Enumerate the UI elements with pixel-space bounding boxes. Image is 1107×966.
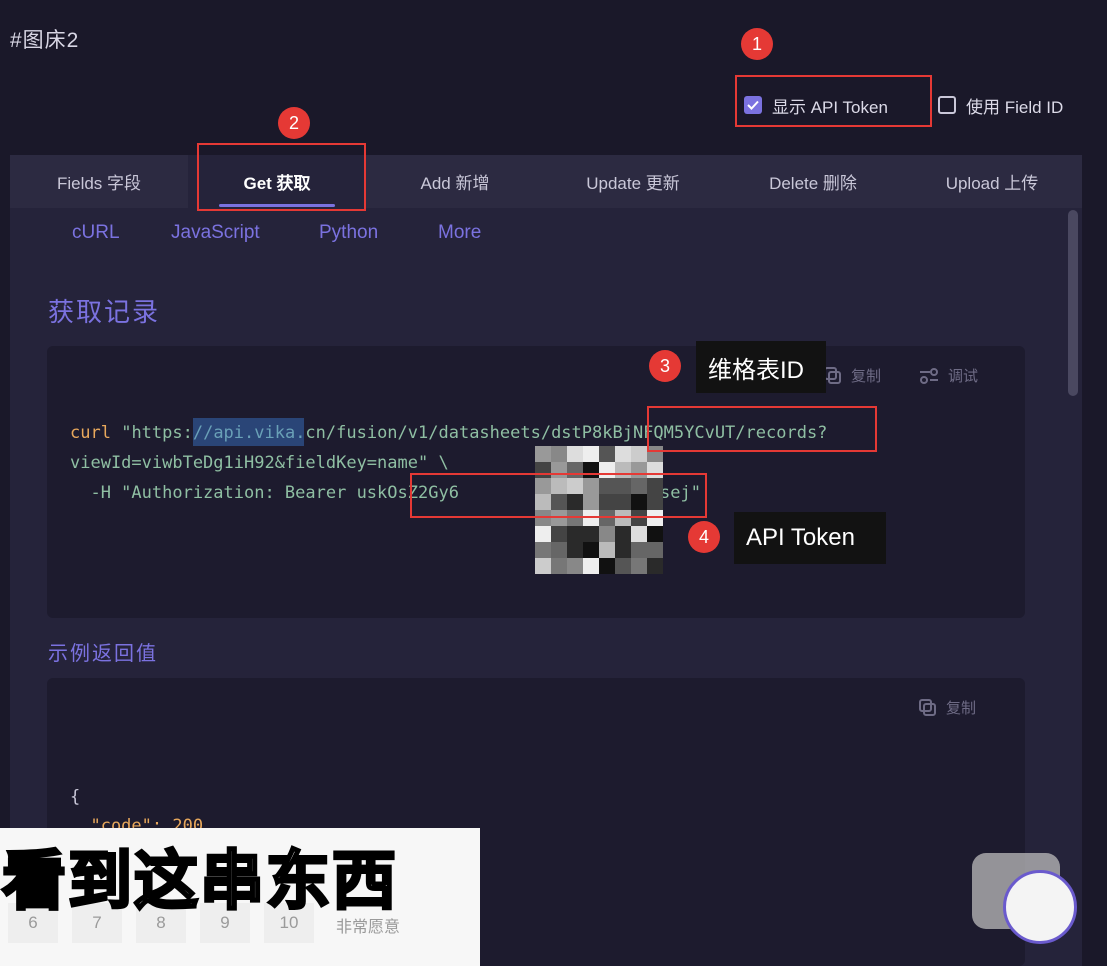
mosaic-cell [615,526,631,542]
mosaic-cell [551,446,567,462]
mosaic-cell [647,542,663,558]
mosaic-cell [647,526,663,542]
mosaic-cell [535,542,551,558]
copy-icon [824,366,841,384]
mosaic-cell [599,446,615,462]
annotation-badge-3: 3 [649,350,681,382]
mosaic-cell [631,558,647,574]
mosaic-cell [551,558,567,574]
copy-label: 复制 [851,368,882,385]
tab-upload[interactable]: Upload 上传 [902,155,1082,208]
mosaic-cell [551,542,567,558]
copy-code-button[interactable]: 复制 [823,365,881,386]
annotation-box-1 [735,75,932,127]
lang-javascript[interactable]: JavaScript [171,222,260,244]
mosaic-cell [631,446,647,462]
mosaic-cell [583,542,599,558]
copy-icon [919,698,936,716]
checkbox-empty-icon [938,96,956,114]
tab-fields[interactable]: Fields 字段 [10,155,188,208]
use-field-id-checkbox[interactable]: 使用 Field ID [938,90,1063,120]
example-title: 示例返回值 [48,643,158,665]
tab-delete[interactable]: Delete 删除 [724,155,902,208]
tab-update[interactable]: Update 更新 [544,155,722,208]
mosaic-cell [583,446,599,462]
tab-add[interactable]: Add 新增 [366,155,544,208]
debug-button[interactable]: 调试 [918,365,978,386]
annotation-box-3 [647,406,877,452]
mosaic-cell [583,558,599,574]
lang-curl[interactable]: cURL [72,222,120,244]
mosaic-cell [535,526,551,542]
text-selection [193,418,304,446]
mosaic-cell [599,526,615,542]
mosaic-cell [583,526,599,542]
mosaic-cell [567,526,583,542]
annotation-box-4 [410,473,707,518]
mosaic-cell [599,558,615,574]
tooltip-datasheet-id: 维格表ID [696,341,826,393]
mosaic-cell [567,542,583,558]
mosaic-cell [599,542,615,558]
mosaic-cell [647,558,663,574]
annotation-box-2 [197,143,366,211]
code-header-line: -H "Authorization: Bearer uskOsZ2Gy6 [70,483,459,503]
avatar [1003,870,1077,944]
use-field-id-label: 使用 Field ID [966,97,1064,117]
mosaic-cell [631,526,647,542]
annotation-badge-2: 2 [278,107,310,139]
copy-response-label: 复制 [946,700,977,717]
debug-label: 调试 [948,368,979,385]
debug-icon [920,367,938,384]
mosaic-cell [631,542,647,558]
code-cmd: curl [70,423,111,443]
lang-python[interactable]: Python [319,222,378,244]
mosaic-cell [535,558,551,574]
mosaic-cell [567,558,583,574]
lang-more[interactable]: More [438,222,481,244]
section-title: 获取记录 [48,297,161,327]
mosaic-cell [567,446,583,462]
response-brace: { [70,787,81,807]
mosaic-cell [615,542,631,558]
code-url-line2: viewId=viwbTeDg1iH92&fieldKey=name" \ [70,453,449,473]
mosaic-cell [535,446,551,462]
video-subtitle: 看到这串东西 [1,844,398,919]
annotation-badge-1: 1 [741,28,773,60]
mosaic-cell [551,526,567,542]
copy-response-button[interactable]: 复制 [918,697,976,718]
page-title: #图床2 [10,29,80,52]
tooltip-api-token: API Token [734,512,886,564]
mosaic-cell [615,558,631,574]
annotation-badge-4: 4 [688,521,720,553]
mosaic-cell [615,446,631,462]
scrollbar[interactable] [1068,210,1078,396]
